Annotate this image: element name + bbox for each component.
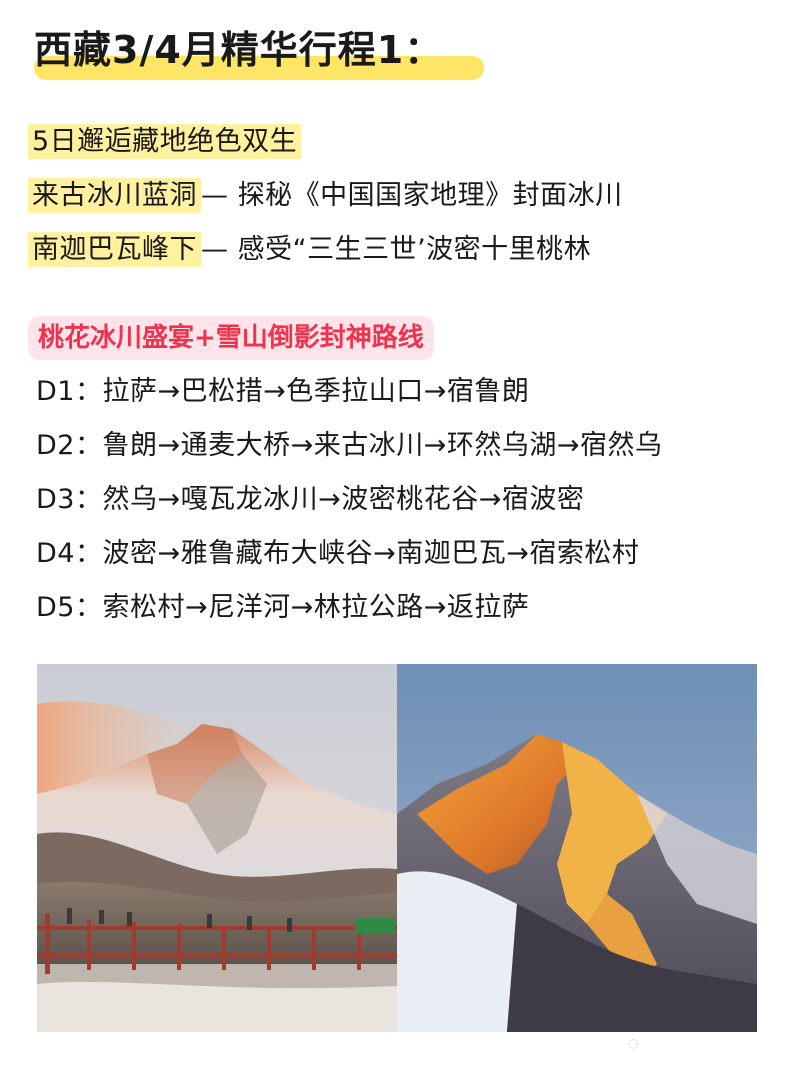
- page-title-block: 西藏3/4月精华行程1：: [34, 22, 484, 86]
- intro-headline: 5日邂逅藏地绝色双生: [28, 124, 302, 159]
- day-route: 拉萨→巴松措→色季拉山口→宿鲁朗: [102, 376, 530, 407]
- itinerary-day-5: D5：索松村→尼洋河→林拉公路→返拉萨: [36, 588, 529, 628]
- day-route: 然乌→嘎瓦龙冰川→波密桃花谷→宿波密: [102, 484, 585, 515]
- intro-headline-line: 5日邂逅藏地绝色双生: [28, 122, 302, 162]
- day-label: D4：: [36, 538, 103, 569]
- intro-line-peak: 南迦巴瓦峰下 — 感受“三生三世’波密十里桃林: [28, 230, 591, 270]
- day-route: 索松村→尼洋河→林拉公路→返拉萨: [102, 592, 530, 623]
- intro-line-glacier: 来古冰川蓝洞 — 探秘《中国国家地理》封面冰川: [28, 176, 623, 216]
- day-label: D1：: [36, 376, 103, 407]
- itinerary-day-3: D3：然乌→嘎瓦龙冰川→波密桃花谷→宿波密: [36, 480, 584, 520]
- intro-glacier-highlight: 来古冰川蓝洞: [28, 178, 201, 213]
- itinerary-day-2: D2：鲁朗→通麦大桥→来古冰川→环然乌湖→宿然乌: [36, 426, 662, 466]
- itinerary-day-1: D1：拉萨→巴松措→色季拉山口→宿鲁朗: [36, 372, 529, 412]
- day-route: 鲁朗→通麦大桥→来古冰川→环然乌湖→宿然乌: [102, 430, 663, 461]
- intro-peak-text: — 感受“三生三世’波密十里桃林: [201, 234, 592, 265]
- intro-glacier-text: — 探秘《中国国家地理》封面冰川: [201, 180, 623, 211]
- watermark-glyph: ◌: [628, 1036, 639, 1050]
- day-label: D2：: [36, 430, 103, 461]
- day-label: D5：: [36, 592, 103, 623]
- itinerary-day-4: D4：波密→雅鲁藏布大峡谷→南迦巴瓦→宿索松村: [36, 534, 639, 574]
- route-title: 桃花冰川盛宴+雪山倒影封神路线: [28, 316, 434, 360]
- intro-peak-highlight: 南迦巴瓦峰下: [28, 232, 201, 267]
- page-title: 西藏3/4月精华行程1：: [34, 28, 444, 72]
- day-label: D3：: [36, 484, 103, 515]
- photo-mountain-viewing-platform: [37, 664, 397, 1032]
- photo-golden-summit: [397, 664, 757, 1032]
- day-route: 波密→雅鲁藏布大峡谷→南迦巴瓦→宿索松村: [102, 538, 640, 569]
